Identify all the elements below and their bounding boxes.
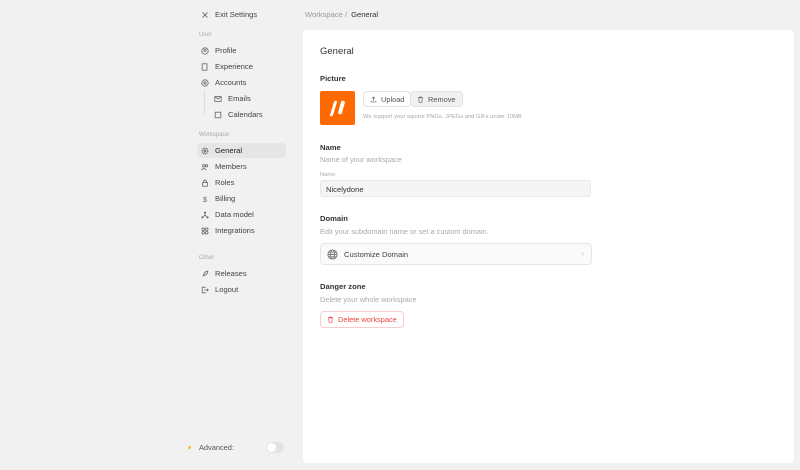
name-description: Name of your workspace [320, 155, 402, 164]
page-title: General [320, 46, 354, 57]
trash-icon [418, 96, 423, 103]
logout-icon [201, 286, 209, 293]
upload-button[interactable]: Upload [363, 91, 412, 107]
picture-heading: Picture [320, 74, 346, 83]
svg-text:$: $ [203, 195, 207, 203]
label: Integrations [215, 226, 255, 235]
label: Remove [428, 94, 456, 104]
tree-line [204, 91, 205, 115]
label: Experience [215, 62, 253, 71]
settings-card: General Picture Upload Remove We support… [303, 30, 794, 463]
chevron-right-icon: › [581, 250, 584, 258]
sidebar-item-members[interactable]: Members [197, 159, 286, 174]
label: Logout [215, 285, 239, 294]
name-input[interactable]: Nicelydone [320, 180, 591, 197]
sidebar-item-calendars[interactable]: Calendars [210, 107, 286, 122]
sidebar-item-profile[interactable]: Profile [197, 43, 286, 58]
sidebar-item-general[interactable]: General [197, 143, 286, 158]
name-heading: Name [320, 143, 341, 152]
close-icon [202, 11, 208, 18]
label: Roles [215, 178, 235, 187]
exit-label: Exit Settings [215, 10, 258, 19]
breadcrumb-workspace[interactable]: Workspace / [305, 10, 347, 19]
sidebar-item-releases[interactable]: Releases [197, 266, 286, 281]
mail-icon [214, 95, 222, 102]
label: Calendars [228, 110, 263, 119]
danger-heading: Danger zone [320, 282, 366, 291]
name-field-label: Name [320, 172, 336, 178]
label: General [215, 146, 243, 155]
globe-icon [327, 248, 338, 260]
advanced-label: Advanced: [199, 443, 234, 452]
domain-heading: Domain [320, 214, 348, 223]
sidebar-item-data-model[interactable]: Data model [197, 207, 286, 222]
dollar-icon: $ [203, 195, 207, 203]
customize-domain-button[interactable]: Customize Domain › [320, 243, 592, 265]
label: Accounts [215, 78, 247, 87]
gear-icon [201, 147, 209, 154]
hierarchy-icon [201, 211, 209, 218]
sidebar-item-roles[interactable]: Roles [197, 175, 286, 190]
lock-icon [202, 179, 208, 187]
other-group-label: Other [199, 255, 215, 261]
advanced-toggle[interactable] [266, 442, 284, 453]
label: Releases [215, 269, 247, 278]
label: Delete workspace [338, 315, 397, 324]
users-icon [201, 163, 209, 170]
at-icon [201, 78, 209, 87]
danger-description: Delete your whole workspace [320, 295, 417, 304]
label: Data model [215, 210, 254, 219]
sidebar-item-integrations[interactable]: Integrations [197, 223, 286, 238]
label: Billing [215, 194, 236, 203]
workspace-logo [320, 91, 355, 125]
exit-settings-button[interactable]: Exit Settings [197, 7, 286, 22]
sidebar-item-experience[interactable]: Experience [197, 59, 286, 74]
delete-workspace-button[interactable]: Delete workspace [320, 311, 404, 328]
profile-icon [201, 46, 209, 55]
integrations-icon [201, 227, 209, 234]
label: Upload [381, 94, 405, 104]
experience-icon [201, 62, 208, 71]
sidebar-item-billing[interactable]: $ Billing [197, 191, 286, 206]
calendar-icon [214, 111, 222, 118]
sidebar-item-logout[interactable]: Logout [197, 282, 286, 297]
label: Members [215, 162, 247, 171]
label: Emails [228, 94, 251, 103]
breadcrumb: Workspace / General [305, 10, 378, 19]
sidebar-item-emails[interactable]: Emails [210, 91, 286, 106]
rocket-icon [202, 270, 209, 277]
domain-description: Edit your subdomain name or set a custom… [320, 227, 489, 236]
label: Customize Domain [344, 249, 409, 259]
user-group-label: User [199, 32, 212, 38]
sidebar-item-accounts[interactable]: Accounts [197, 75, 286, 90]
advanced-dot [188, 446, 191, 449]
remove-button[interactable]: Remove [410, 91, 463, 107]
breadcrumb-current: General [351, 10, 379, 19]
workspace-group-label: Workspace [199, 132, 229, 138]
upload-icon [370, 96, 377, 102]
trash-icon [328, 316, 333, 323]
picture-hint: We support your square PNGs, JPEGs and G… [363, 114, 522, 120]
label: Profile [215, 46, 237, 55]
